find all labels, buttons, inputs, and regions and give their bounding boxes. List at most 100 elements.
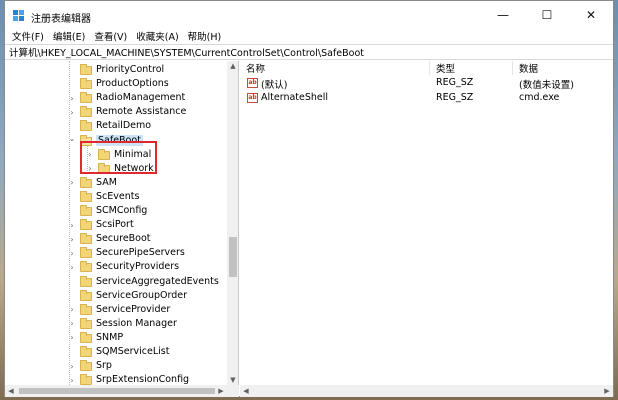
tree-item-securityproviders[interactable]: › SecurityProviders	[5, 260, 225, 274]
expand-chevron-icon[interactable]: ›	[68, 248, 76, 258]
tree-item-session-manager[interactable]: › Session Manager	[5, 317, 225, 331]
title-bar[interactable]: 注册表编辑器 — ☐ ✕	[5, 1, 613, 29]
tree-item-serviceprovider[interactable]: › ServiceProvider	[5, 303, 225, 317]
tree-item-label: ProductOptions	[96, 78, 169, 90]
tree-item-label: SAM	[96, 176, 117, 188]
collapse-chevron-icon[interactable]: ⌄	[68, 134, 76, 144]
folder-icon	[80, 78, 92, 90]
tree-item-label: PriorityControl	[96, 64, 165, 75]
menu-file[interactable]: 文件(F)	[9, 29, 50, 43]
address-path: 计算机\HKEY_LOCAL_MACHINE\SYSTEM\CurrentCon…	[9, 48, 364, 59]
tree-item-label: RadioManagement	[96, 92, 186, 104]
expand-chevron-icon[interactable]: ›	[68, 319, 76, 329]
folder-icon	[80, 346, 92, 357]
expand-chevron-icon[interactable]: ›	[68, 178, 76, 188]
expand-chevron-icon[interactable]: ›	[68, 107, 76, 117]
tree-item-label: SCMConfig	[96, 205, 148, 216]
tree-item-label: SecurePipeServers	[96, 247, 185, 259]
tree-item-sqmservicelist[interactable]: SQMServiceList	[5, 345, 225, 359]
expand-chevron-icon[interactable]: ›	[68, 262, 76, 272]
tree-item-label: SQMServiceList	[96, 346, 170, 357]
folder-icon	[80, 331, 92, 343]
scroll-right-arrow[interactable]: ▶	[601, 385, 613, 397]
column-header-name[interactable]: 名称	[240, 61, 430, 75]
scroll-left-arrow[interactable]: ◀	[240, 385, 252, 397]
tree-item-label: Srp	[96, 360, 112, 372]
column-header-type[interactable]: 类型	[430, 61, 513, 75]
folder-icon	[80, 233, 92, 245]
value-row[interactable]: ab (默认) REG_SZ (数值未设置)	[240, 76, 613, 91]
folder-icon	[80, 106, 92, 118]
string-value-icon: ab	[247, 78, 258, 88]
minimize-button[interactable]: —	[481, 1, 525, 29]
scroll-right-arrow[interactable]: ▶	[215, 385, 227, 397]
scroll-left-arrow[interactable]: ◀	[5, 385, 17, 397]
values-list-pane: 名称 类型 数据 ab (默认) REG_SZ (数值未设置) ab Alter…	[240, 61, 613, 397]
menu-help[interactable]: 帮助(H)	[185, 29, 228, 43]
folder-icon	[80, 176, 92, 188]
tree-item-scmconfig[interactable]: SCMConfig	[5, 204, 225, 218]
tree-item-serviceaggregatedevents[interactable]: ServiceAggregatedEvents	[5, 275, 225, 289]
folder-icon	[80, 92, 92, 104]
tree-item-radiomanagement[interactable]: › RadioManagement	[5, 91, 225, 105]
tree-item-productoptions[interactable]: ProductOptions	[5, 77, 225, 91]
folder-icon	[80, 64, 92, 75]
expand-chevron-icon[interactable]: ›	[68, 361, 76, 371]
expand-chevron-icon[interactable]: ›	[68, 375, 76, 385]
close-button[interactable]: ✕	[569, 1, 613, 29]
tree-horizontal-scrollbar[interactable]: ◀ ▶	[5, 385, 239, 397]
tree-item-scsiport[interactable]: › ScsiPort	[5, 218, 225, 232]
folder-icon	[80, 247, 92, 259]
highlight-annotation-box	[80, 141, 157, 174]
value-data: cmd.exe	[519, 92, 560, 103]
folder-icon	[80, 275, 92, 287]
tree-item-remote-assistance[interactable]: › Remote Assistance	[5, 105, 225, 119]
scroll-thumb-horizontal[interactable]	[19, 388, 215, 394]
tree-item-label: SecureBoot	[96, 233, 151, 245]
tree-item-label: Session Manager	[96, 317, 177, 329]
value-type: REG_SZ	[436, 77, 474, 88]
folder-icon	[80, 219, 92, 231]
tree-vertical-scrollbar[interactable]: ▲ ▼	[227, 61, 238, 385]
tree-item-label: ServiceProvider	[96, 303, 171, 315]
tree-item-scevents[interactable]: ScEvents	[5, 190, 225, 204]
tree-item-label: SrpExtensionConfig	[96, 374, 190, 386]
address-bar[interactable]: 计算机\HKEY_LOCAL_MACHINE\SYSTEM\CurrentCon…	[5, 44, 613, 60]
tree-item-sam[interactable]: › SAM	[5, 176, 225, 190]
folder-icon	[80, 303, 92, 315]
value-data: (数值未设置)	[519, 80, 574, 91]
menu-view[interactable]: 查看(V)	[91, 29, 133, 43]
menu-edit[interactable]: 编辑(E)	[50, 29, 91, 43]
scroll-thumb[interactable]	[229, 237, 237, 277]
tree-item-label: SecurityProviders	[96, 261, 180, 273]
registry-editor-icon	[13, 10, 24, 21]
tree-item-snmp[interactable]: › SNMP	[5, 331, 225, 345]
tree-item-secureboot[interactable]: › SecureBoot	[5, 232, 225, 246]
tree-item-securepipeservers[interactable]: › SecurePipeServers	[5, 246, 225, 260]
tree-item-label: ScEvents	[96, 190, 140, 202]
expand-chevron-icon[interactable]: ›	[68, 333, 76, 343]
value-row[interactable]: ab AlternateShell REG_SZ cmd.exe	[240, 91, 613, 106]
tree-item-srp[interactable]: › Srp	[5, 359, 225, 373]
tree-item-prioritycontrol[interactable]: PriorityControl	[5, 63, 225, 77]
column-header-data[interactable]: 数据	[513, 61, 613, 75]
tree-item-label: RetailDemo	[96, 120, 152, 132]
scroll-up-arrow[interactable]: ▲	[227, 61, 238, 71]
menu-favorites[interactable]: 收藏夹(A)	[133, 29, 184, 43]
tree-item-label: ScsiPort	[96, 219, 134, 231]
key-tree-pane: PriorityControl ProductOptions › RadioManag…	[5, 61, 239, 396]
list-horizontal-scrollbar[interactable]: ◀ ▶	[240, 385, 613, 397]
tree-item-label: SNMP	[96, 331, 124, 343]
string-value-icon: ab	[247, 93, 258, 103]
expand-chevron-icon[interactable]: ›	[68, 305, 76, 315]
scroll-down-arrow[interactable]: ▼	[227, 375, 238, 385]
expand-chevron-icon[interactable]: ›	[68, 93, 76, 103]
expand-chevron-icon[interactable]: ›	[68, 220, 76, 230]
folder-icon	[80, 374, 92, 386]
maximize-button[interactable]: ☐	[525, 1, 569, 29]
tree-item-servicegrouporder[interactable]: ServiceGroupOrder	[5, 289, 225, 303]
tree-item-retaildemo[interactable]: RetailDemo	[5, 119, 225, 133]
registry-editor-window: 注册表编辑器 — ☐ ✕ 文件(F) 编辑(E) 查看(V) 收藏夹(A) 帮助…	[4, 0, 614, 397]
folder-icon	[80, 190, 92, 202]
expand-chevron-icon[interactable]: ›	[68, 234, 76, 244]
